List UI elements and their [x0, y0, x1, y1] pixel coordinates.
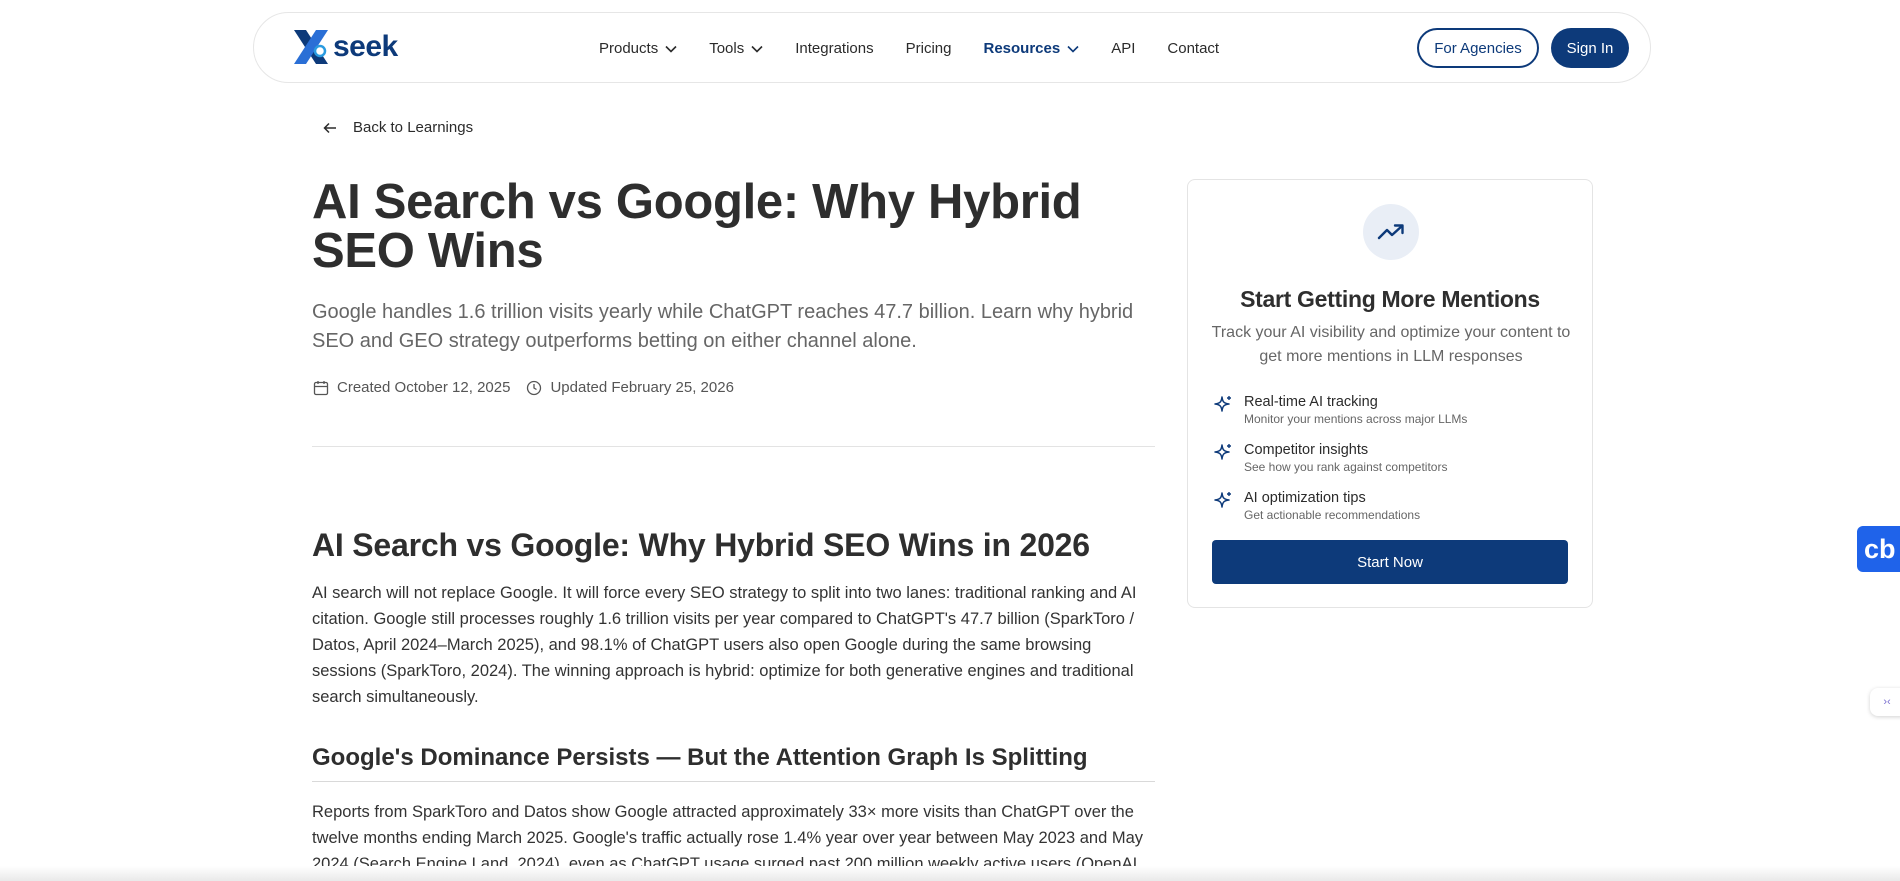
sign-in-button[interactable]: Sign In: [1551, 28, 1629, 68]
nav-integrations-label: Integrations: [795, 40, 874, 57]
feature-title: Real-time AI tracking: [1244, 394, 1378, 410]
feature-title: Competitor insights: [1244, 442, 1369, 458]
nav-api-label: API: [1111, 40, 1136, 57]
sparkle-icon: [1214, 492, 1231, 508]
header-divider: [312, 446, 1155, 447]
nav-pricing-label: Pricing: [905, 40, 952, 57]
nav-pricing[interactable]: Pricing: [906, 40, 952, 57]
nav-tools[interactable]: Tools: [709, 40, 763, 57]
brand-logo[interactable]: seek: [291, 27, 398, 67]
nav-contact[interactable]: Contact: [1167, 40, 1219, 57]
top-navbar: seek Products Tools Integrations Pricing…: [253, 12, 1651, 83]
trending-up-icon: [1363, 204, 1419, 260]
nav-products-label: Products: [599, 40, 659, 57]
main-menu: Products Tools Integrations Pricing Reso…: [599, 13, 1251, 84]
page-title: AI Search vs Google: Why Hybrid SEO Wins: [312, 175, 1082, 278]
article-meta: Created October 12, 2025 Updated Februar…: [313, 379, 750, 396]
promo-title: Start Getting More Mentions: [1240, 286, 1540, 312]
clock-icon: [527, 380, 542, 395]
brand-name: seek: [333, 30, 398, 63]
nav-resources-label: Resources: [983, 40, 1061, 57]
nav-products[interactable]: Products: [599, 40, 677, 57]
chevron-down-icon: [1067, 45, 1079, 53]
updated-date-text: Updated February 25, 2026: [550, 379, 734, 396]
subsection-divider: [312, 781, 1155, 782]
feature-desc: Monitor your mentions across major LLMs: [1244, 412, 1468, 426]
section-heading: AI Search vs Google: Why Hybrid SEO Wins…: [312, 527, 1090, 563]
nav-tools-label: Tools: [709, 40, 745, 57]
feature-item: AI optimization tips Get actionable reco…: [1212, 489, 1420, 523]
chevron-down-icon: [665, 45, 677, 53]
subsection-heading: Google's Dominance Persists — But the At…: [312, 744, 1088, 771]
back-to-learnings-link[interactable]: Back to Learnings: [323, 119, 473, 136]
back-link-label: Back to Learnings: [353, 119, 474, 136]
nav-contact-label: Contact: [1167, 40, 1220, 57]
promo-card: Start Getting More Mentions Track your A…: [1187, 179, 1593, 608]
article-subtitle: Google handles 1.6 trillion visits yearl…: [312, 301, 1134, 352]
arrow-left-icon: [323, 122, 336, 133]
side-tab-button[interactable]: ›‹: [1870, 688, 1900, 716]
updated-date: Updated February 25, 2026: [526, 379, 734, 396]
nav-api[interactable]: API: [1111, 40, 1135, 57]
feature-item: Competitor insights See how you rank aga…: [1212, 441, 1447, 475]
sparkle-icon: [1214, 396, 1231, 412]
feature-desc: See how you rank against competitors: [1244, 460, 1448, 474]
bottom-shadow: [0, 866, 1900, 881]
for-agencies-button[interactable]: For Agencies: [1417, 28, 1539, 68]
chat-widget-badge[interactable]: cb: [1857, 526, 1900, 572]
feature-title: AI optimization tips: [1244, 490, 1366, 506]
calendar-icon: [313, 380, 329, 395]
x-logo-icon: [294, 30, 328, 64]
chevron-down-icon: [751, 45, 763, 53]
intro-paragraph: AI search will not replace Google. It wi…: [312, 584, 1137, 706]
nav-resources[interactable]: Resources: [983, 40, 1079, 57]
promo-subtitle: Track your AI visibility and optimize yo…: [1211, 324, 1571, 365]
feature-desc: Get actionable recommendations: [1244, 508, 1421, 522]
created-date: Created October 12, 2025: [313, 379, 510, 396]
created-date-text: Created October 12, 2025: [337, 379, 511, 396]
sparkle-icon: [1214, 444, 1231, 460]
nav-integrations[interactable]: Integrations: [795, 40, 873, 57]
feature-item: Real-time AI tracking Monitor your menti…: [1212, 393, 1467, 427]
start-now-button[interactable]: Start Now: [1212, 540, 1568, 584]
